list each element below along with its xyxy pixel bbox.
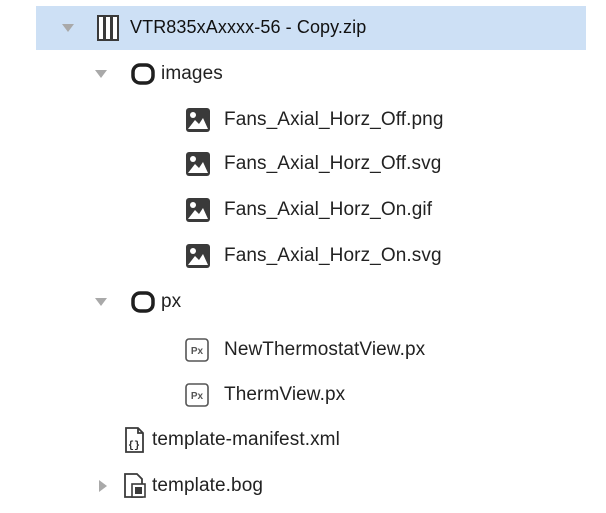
tree-item-file-bog[interactable]: template.bog [0, 464, 606, 508]
zip-archive-icon [94, 14, 122, 42]
tree-item-file[interactable]: Px ThermView.px [0, 373, 606, 417]
tree-item-file[interactable]: Fans_Axial_Horz_Off.png [0, 98, 606, 142]
image-file-icon [184, 150, 212, 178]
folder-icon [130, 289, 156, 315]
tree-item-file[interactable]: Fans_Axial_Horz_On.svg [0, 234, 606, 278]
tree-item-folder-images[interactable]: images [0, 52, 606, 96]
expand-arrow-down-icon[interactable] [60, 20, 76, 36]
tree-item-label: NewThermostatView.px [224, 339, 426, 360]
tree-item-label: template.bog [152, 475, 264, 496]
bog-file-icon [122, 473, 148, 499]
folder-icon [130, 61, 156, 87]
tree-item-label: ThermView.px [224, 384, 346, 405]
xml-file-icon: {} [122, 427, 146, 453]
px-file-icon: Px [184, 337, 210, 363]
image-file-icon [184, 106, 212, 134]
tree-item-label: images [161, 63, 223, 84]
tree-item-label: VTR835xAxxxx-56 - Copy.zip [130, 17, 367, 37]
px-badge-text: Px [191, 391, 204, 402]
tree-item-label: Fans_Axial_Horz_On.svg [224, 245, 442, 266]
image-file-icon [184, 242, 212, 270]
tree-item-folder-px[interactable]: px [0, 280, 606, 324]
file-tree: VTR835xAxxxx-56 - Copy.zip images Fans_A… [0, 0, 606, 513]
px-file-icon: Px [184, 382, 210, 408]
px-badge-text: Px [191, 346, 204, 357]
tree-item-label: template-manifest.xml [152, 429, 340, 450]
tree-item-file[interactable]: Fans_Axial_Horz_Off.svg [0, 142, 606, 186]
image-file-icon [184, 196, 212, 224]
tree-item-label: Fans_Axial_Horz_Off.png [224, 109, 444, 130]
tree-item-file-manifest[interactable]: {} template-manifest.xml [0, 418, 606, 462]
expand-arrow-down-icon[interactable] [93, 66, 109, 82]
tree-item-label: px [161, 291, 182, 312]
tree-item-file[interactable]: Px NewThermostatView.px [0, 328, 606, 372]
tree-item-file[interactable]: Fans_Axial_Horz_On.gif [0, 188, 606, 232]
tree-item-root-zip[interactable]: VTR835xAxxxx-56 - Copy.zip [36, 6, 586, 50]
expand-arrow-right-icon[interactable] [95, 478, 111, 494]
tree-item-label: Fans_Axial_Horz_On.gif [224, 199, 433, 220]
expand-arrow-down-icon[interactable] [93, 294, 109, 310]
tree-item-label: Fans_Axial_Horz_Off.svg [224, 153, 442, 174]
svg-text:{}: {} [128, 440, 140, 452]
